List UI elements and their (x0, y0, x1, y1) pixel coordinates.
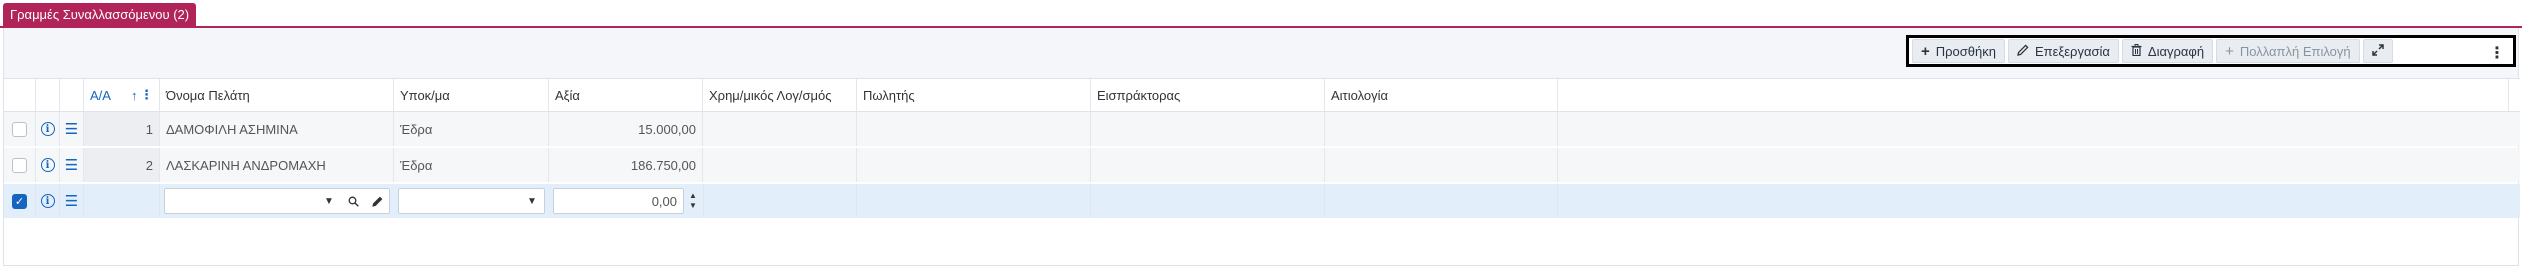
row-menu-cell: ☰ (60, 112, 84, 146)
info-icon[interactable]: i (40, 122, 55, 136)
multi-select-button-label: Πολλαπλή Επιλογή (2239, 43, 2351, 59)
hamburger-menu-icon[interactable]: ☰ (65, 158, 78, 173)
cell-account[interactable] (703, 184, 857, 218)
header-scroll-gutter (2508, 79, 2520, 111)
plus-icon: + (1921, 42, 1930, 60)
hamburger-menu-icon[interactable]: ☰ (65, 122, 78, 137)
more-options-icon[interactable]: ⋮ (2489, 43, 2505, 63)
multi-select-button[interactable]: + Πολλαπλή Επιλογή (2216, 39, 2360, 63)
cell-value[interactable]: 15.000,00 (549, 112, 703, 146)
cell-reason[interactable] (1325, 184, 1558, 218)
grid-toolbar: + Προσθήκη Επεξεργασία Διαγραφή + Πολλαπ… (1906, 35, 2516, 67)
grid-header-row: Α/Α ↑ ⋮ Όνομα Πελάτη Υποκ/μα Αξία Χρημ/μ… (4, 78, 2520, 112)
column-header-collector[interactable]: Εισπράκτορας (1091, 79, 1325, 111)
column-header-branch[interactable]: Υποκ/μα (394, 79, 549, 111)
cell-aa: 1 (84, 112, 160, 146)
pencil-icon (2017, 44, 2029, 58)
column-menu-icon[interactable]: ⋮ (140, 87, 153, 103)
row-select-cell (4, 112, 36, 146)
column-header-seller[interactable]: Πωλητής (857, 79, 1091, 111)
row-checkbox-checked[interactable]: ✓ (12, 193, 27, 209)
column-header-reason[interactable]: Αιτιολογία (1325, 79, 1558, 111)
column-header-customer-name[interactable]: Όνομα Πελάτη (160, 79, 394, 111)
row-checkbox[interactable] (12, 121, 27, 137)
value-input-text[interactable]: 0,00 (554, 194, 683, 209)
tab-strip: Γραμμές Συναλλασσόμενου (2) (0, 0, 2522, 28)
row-checkbox[interactable] (12, 157, 27, 173)
cell-account[interactable] (703, 148, 857, 182)
cell-aa: 2 (84, 148, 160, 182)
toolbar-row: + Προσθήκη Επεξεργασία Διαγραφή + Πολλαπ… (4, 28, 2518, 78)
plus-icon: + (2225, 42, 2234, 60)
cell-collector[interactable] (1091, 148, 1325, 182)
cell-aa (84, 184, 160, 218)
cell-customer-name[interactable]: ΛΑΣΚΑΡΙΝΗ ΑΝΔΡΟΜΑΧΗ (160, 148, 394, 182)
dropdown-caret-icon[interactable]: ▼ (520, 189, 544, 213)
trash-icon (2131, 44, 2142, 58)
cell-collector[interactable] (1091, 112, 1325, 146)
cell-seller[interactable] (857, 148, 1091, 182)
branch-select[interactable]: ▼ (398, 188, 545, 214)
cell-seller[interactable] (857, 184, 1091, 218)
dropdown-caret-icon[interactable]: ▼ (317, 189, 341, 213)
header-info-cell (36, 79, 60, 111)
sort-ascending-icon[interactable]: ↑ (131, 88, 138, 103)
cell-collector[interactable] (1091, 184, 1325, 218)
customer-name-lookup[interactable]: ▼ (164, 188, 390, 214)
value-input[interactable]: 0,00 (553, 188, 684, 214)
edit-button-label: Επεξεργασία (2035, 43, 2110, 59)
cell-reason[interactable] (1325, 148, 1558, 182)
row-select-cell (4, 148, 36, 182)
search-icon[interactable] (341, 189, 365, 213)
column-header-account[interactable]: Χρημ/μικός Λογ/σμός (703, 79, 857, 111)
cell-value[interactable]: 186.750,00 (549, 148, 703, 182)
cell-seller[interactable] (857, 112, 1091, 146)
table-row[interactable]: i ☰ 1 ΔΑΜΟΦΙΛΗ ΑΣΗΜΙΝΑ Έδρα 15.000,00 (4, 112, 2520, 146)
value-stepper[interactable]: ▲ ▼ (685, 188, 701, 214)
edit-button[interactable]: Επεξεργασία (2008, 39, 2119, 63)
info-icon[interactable]: i (40, 158, 55, 172)
stepper-down-icon[interactable]: ▼ (689, 201, 697, 211)
row-info-cell: i (36, 148, 60, 182)
pencil-icon[interactable] (365, 189, 389, 213)
expand-icon (2371, 44, 2384, 58)
hamburger-menu-icon[interactable]: ☰ (65, 194, 78, 209)
cell-branch[interactable]: Έδρα (394, 148, 549, 182)
cell-account[interactable] (703, 112, 857, 146)
grid-panel: + Προσθήκη Επεξεργασία Διαγραφή + Πολλαπ… (3, 28, 2520, 266)
delete-button-label: Διαγραφή (2147, 43, 2205, 59)
add-button-label: Προσθήκη (1935, 43, 1996, 59)
expand-button[interactable] (2362, 39, 2393, 63)
row-info-cell: i (36, 112, 60, 146)
header-select-cell (4, 79, 36, 111)
table-row[interactable]: i ☰ 2 ΛΑΣΚΑΡΙΝΗ ΑΝΔΡΟΜΑΧΗ Έδρα 186.750,0… (4, 148, 2520, 182)
row-menu-cell: ☰ (60, 148, 84, 182)
column-header-value[interactable]: Αξία (549, 79, 703, 111)
stepper-up-icon[interactable]: ▲ (689, 191, 697, 201)
cell-branch[interactable]: Έδρα (394, 112, 549, 146)
delete-button[interactable]: Διαγραφή (2121, 39, 2214, 63)
add-button[interactable]: + Προσθήκη (1912, 39, 2005, 63)
cell-customer-name[interactable]: ΔΑΜΟΦΙΛΗ ΑΣΗΜΙΝΑ (160, 112, 394, 146)
info-icon[interactable]: i (40, 194, 55, 208)
tab-customer-lines[interactable]: Γραμμές Συναλλασσόμενου (2) (3, 3, 197, 26)
row-menu-cell: ☰ (60, 184, 84, 218)
column-header-aa[interactable]: Α/Α ↑ ⋮ (84, 79, 160, 111)
header-menu-cell (60, 79, 84, 111)
row-info-cell: i (36, 184, 60, 218)
editing-row[interactable]: ✓ i ☰ ▼ ▼ 0,00 ▲ ▼ (4, 184, 2520, 218)
row-select-cell: ✓ (4, 184, 36, 218)
cell-reason[interactable] (1325, 112, 1558, 146)
column-header-aa-label: Α/Α (90, 87, 111, 103)
